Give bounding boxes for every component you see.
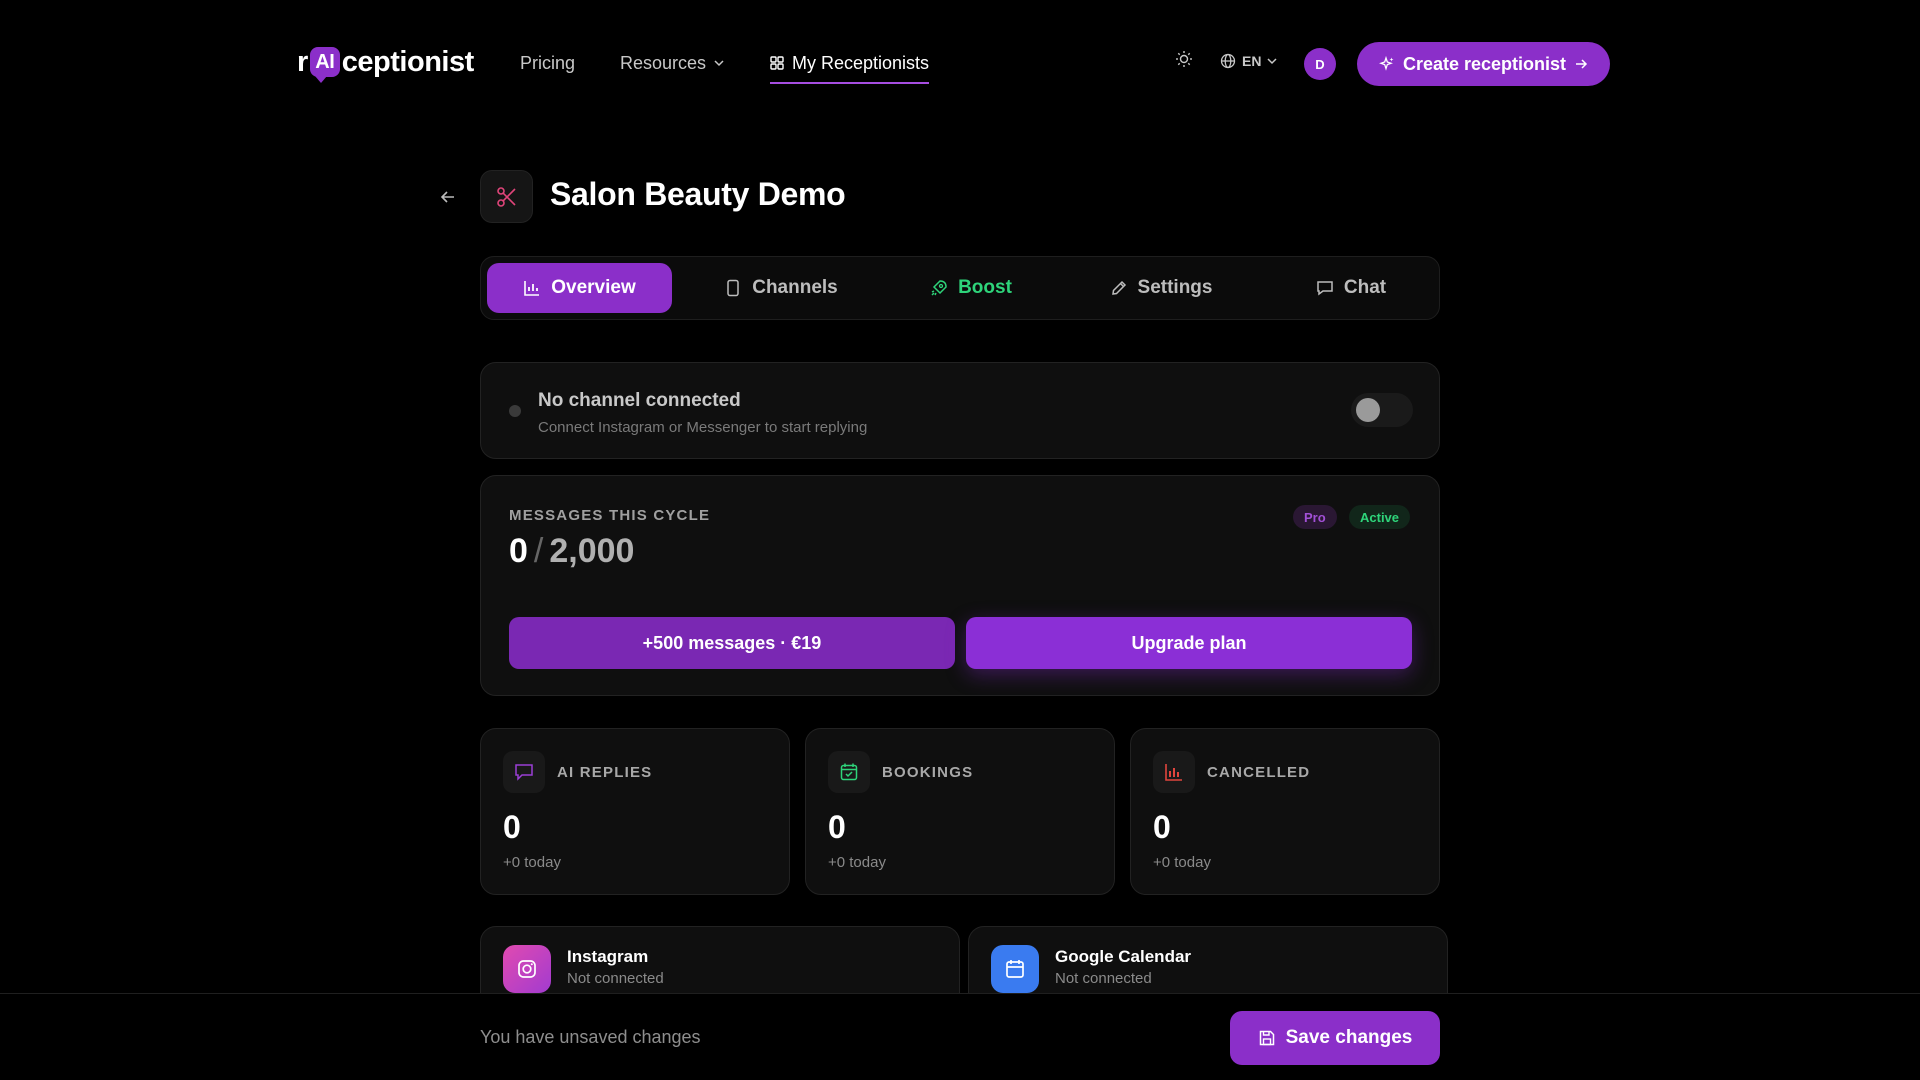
tab-bar: Overview Channels Boost Settings Chat (480, 256, 1440, 320)
nav-pricing[interactable]: Pricing (520, 50, 575, 76)
receptionist-toggle[interactable] (1351, 393, 1413, 427)
integration-name: Instagram (567, 947, 649, 966)
tab-settings-label: Settings (1137, 277, 1213, 298)
plan-badge: Pro (1293, 505, 1337, 529)
save-changes-button[interactable]: Save changes (1230, 1011, 1440, 1065)
messages-separator: / (533, 532, 544, 570)
stat-value: 0 (503, 809, 521, 845)
status-badge: Active (1349, 505, 1411, 529)
unsaved-changes-text: You have unsaved changes (480, 1027, 701, 1047)
tab-boost-label: Boost (958, 277, 1012, 298)
back-arrow-icon[interactable] (438, 187, 458, 207)
tab-chat-label: Chat (1343, 277, 1387, 298)
messages-label: MESSAGES THIS CYCLE (509, 507, 711, 524)
calendar-icon (991, 945, 1039, 993)
nav-resources[interactable]: Resources (620, 50, 724, 76)
sparkles-icon (1379, 56, 1394, 71)
messages-limit: 2,000 (549, 532, 635, 570)
create-receptionist-label: Create receptionist (1402, 53, 1567, 74)
arrow-right-icon (1576, 59, 1588, 69)
channel-status-card: No channel connected Connect Instagram o… (480, 362, 1440, 459)
messages-count: 0 / 2,000 (509, 532, 634, 571)
tab-boost[interactable]: Boost (891, 263, 1051, 313)
status-dot (509, 405, 521, 417)
status-subtitle: Connect Instagram or Messenger to start … (538, 419, 868, 436)
language-label: EN (1242, 53, 1262, 69)
integration-status: Not connected (1055, 970, 1152, 987)
nav-my-receptionists-label: My Receptionists (792, 52, 930, 73)
create-receptionist-button[interactable]: Create receptionist (1357, 42, 1610, 86)
calendar-check-icon (828, 751, 870, 793)
avatar-initial: D (1315, 56, 1325, 72)
rocket-icon (931, 280, 947, 296)
stat-today: +0 today (1153, 854, 1211, 871)
chevron-down-icon (1267, 58, 1277, 65)
stat-label: BOOKINGS (882, 764, 974, 781)
unsaved-changes-bar: You have unsaved changes Save changes (0, 993, 1920, 1080)
language-selector[interactable]: EN (1220, 53, 1277, 69)
tab-overview[interactable]: Overview (487, 263, 672, 313)
status-title: No channel connected (538, 390, 741, 411)
stat-today: +0 today (828, 854, 886, 871)
nav-my-receptionists[interactable]: My Receptionists (770, 50, 930, 84)
stat-value: 0 (828, 809, 846, 845)
logo-suffix: ceptionist (341, 45, 474, 78)
messages-usage-card: MESSAGES THIS CYCLE 0 / 2,000 Pro Active… (480, 475, 1440, 696)
tab-chat[interactable]: Chat (1271, 263, 1431, 313)
bar-chart-icon (524, 281, 540, 296)
globe-icon (1220, 53, 1236, 69)
top-navigation: r AI ceptionist Pricing Resources My Rec… (0, 0, 1920, 128)
chat-icon (503, 751, 545, 793)
buy-messages-button[interactable]: +500 messages · €19 (509, 617, 955, 669)
logo-prefix: r (297, 45, 308, 78)
stat-today: +0 today (503, 854, 561, 871)
save-icon (1259, 1030, 1274, 1046)
logo-ai-mark: AI (309, 47, 340, 83)
messages-used: 0 (509, 532, 528, 570)
upgrade-plan-button[interactable]: Upgrade plan (966, 617, 1412, 669)
logo[interactable]: r AI ceptionist (297, 42, 474, 83)
grid-icon (770, 56, 784, 70)
stat-label: AI REPLIES (557, 764, 653, 781)
nav-resources-label: Resources (620, 52, 707, 73)
bar-chart-icon (1153, 751, 1195, 793)
toggle-knob (1356, 398, 1380, 422)
chevron-down-icon (714, 60, 724, 67)
save-changes-label: Save changes (1285, 1027, 1413, 1048)
chat-icon (1317, 281, 1333, 296)
pencil-icon (1111, 280, 1126, 295)
stat-label: CANCELLED (1207, 764, 1311, 781)
stat-card-cancelled: CANCELLED 0 +0 today (1130, 728, 1440, 895)
smartphone-icon (727, 279, 739, 297)
tab-channels-label: Channels (752, 277, 838, 298)
tab-settings[interactable]: Settings (1081, 263, 1241, 313)
tab-overview-label: Overview (551, 277, 636, 298)
stat-card-bookings: BOOKINGS 0 +0 today (805, 728, 1115, 895)
integration-name: Google Calendar (1055, 947, 1192, 966)
avatar[interactable]: D (1304, 48, 1336, 80)
tab-channels[interactable]: Channels (701, 263, 861, 313)
page-title: Salon Beauty Demo (550, 176, 846, 212)
scissors-icon (480, 170, 533, 223)
integration-status: Not connected (567, 970, 664, 987)
stat-card-ai-replies: AI REPLIES 0 +0 today (480, 728, 790, 895)
nav-pricing-label: Pricing (520, 52, 576, 73)
instagram-icon (503, 945, 551, 993)
stat-value: 0 (1153, 809, 1171, 845)
theme-toggle-sun-icon[interactable] (1175, 50, 1193, 68)
